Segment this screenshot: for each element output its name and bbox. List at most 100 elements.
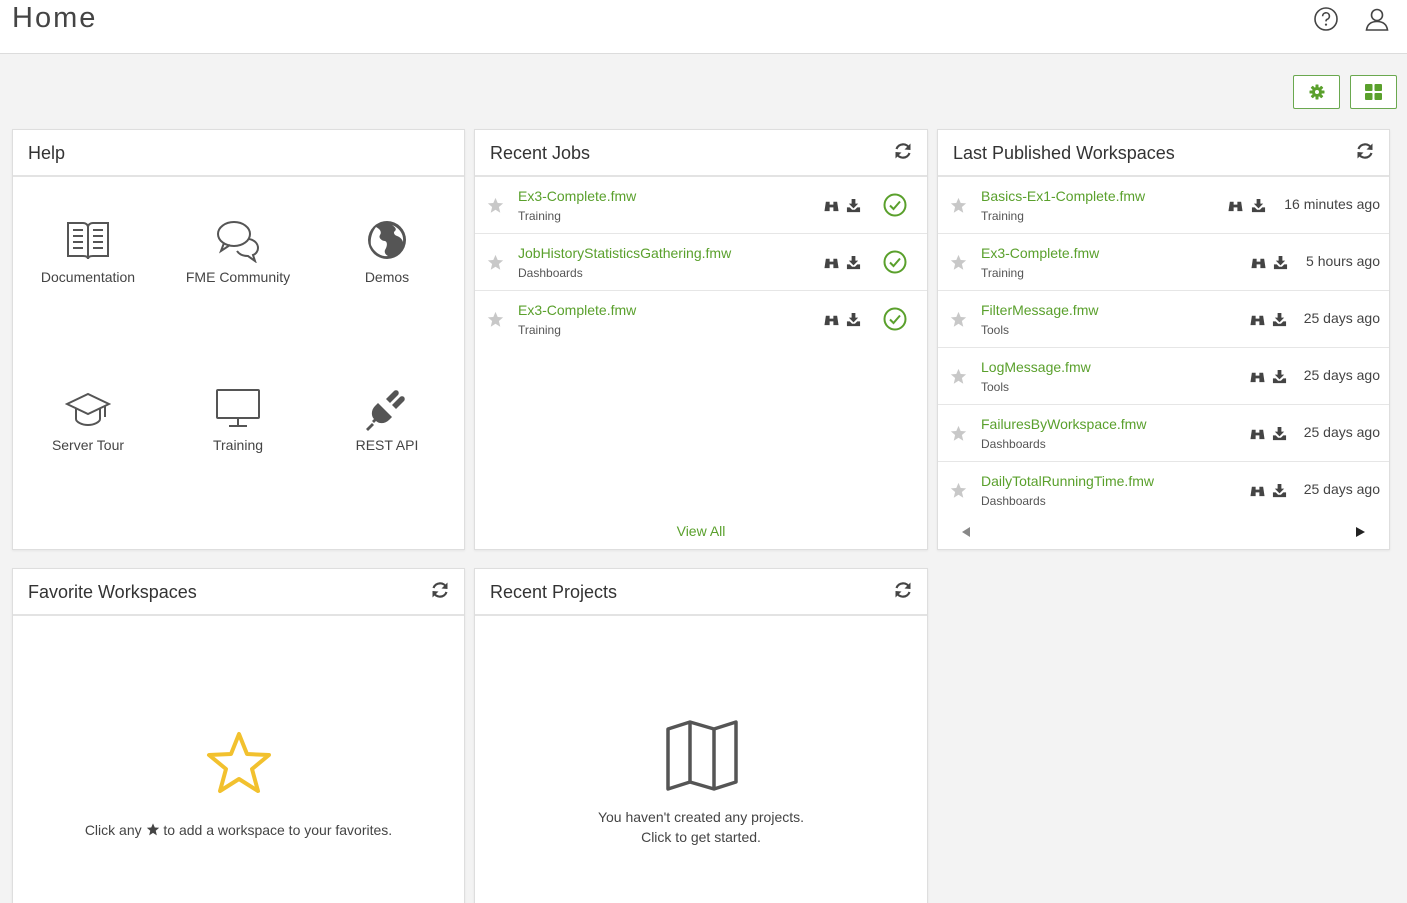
projects-empty-line2: Click to get started. <box>641 829 761 845</box>
star-icon[interactable] <box>950 368 967 385</box>
success-check-icon <box>883 193 907 217</box>
question-circle-icon[interactable] <box>1313 6 1339 32</box>
binoculars-icon[interactable] <box>1228 198 1243 213</box>
refresh-icon[interactable] <box>893 141 913 161</box>
help-item-label: Server Tour <box>51 437 125 453</box>
star-icon[interactable] <box>487 254 504 271</box>
binoculars-icon[interactable] <box>824 198 839 213</box>
workspace-link[interactable]: FailuresByWorkspace.fmw <box>981 416 1146 432</box>
monitor-icon <box>216 389 260 427</box>
published-time: 25 days ago <box>1303 367 1380 383</box>
download-icon[interactable] <box>1251 198 1266 213</box>
user-icon[interactable] <box>1364 6 1390 32</box>
binoculars-icon[interactable] <box>1251 255 1266 270</box>
map-icon <box>666 720 738 791</box>
panel-title: Help <box>28 143 66 163</box>
download-icon[interactable] <box>846 312 861 327</box>
view-all-link[interactable]: View All <box>475 523 927 539</box>
workspace-link[interactable]: FilterMessage.fmw <box>981 302 1098 318</box>
refresh-icon[interactable] <box>893 580 913 600</box>
help-item-rest-api[interactable]: REST API <box>312 385 462 453</box>
favorites-hint-end: to add a workspace to your favorites. <box>163 822 393 838</box>
binoculars-icon[interactable] <box>824 312 839 327</box>
graduation-cap-icon <box>65 392 111 427</box>
download-icon[interactable] <box>1272 483 1287 498</box>
published-row: Basics-Ex1-Complete.fmw Training 16 minu… <box>938 177 1389 234</box>
grid-icon <box>1365 84 1382 100</box>
binoculars-icon[interactable] <box>1250 369 1265 384</box>
star-icon[interactable] <box>487 311 504 328</box>
panel-title: Recent Jobs <box>490 143 591 163</box>
download-icon[interactable] <box>1272 369 1287 384</box>
job-row: Ex3-Complete.fmw Training <box>475 291 927 348</box>
help-item-demos[interactable]: Demos <box>312 217 462 285</box>
help-item-label: Demos <box>364 269 410 285</box>
repository-name: Dashboards <box>981 437 1046 451</box>
download-icon[interactable] <box>1272 312 1287 327</box>
published-time: 25 days ago <box>1303 310 1380 326</box>
star-outline-icon <box>207 732 271 793</box>
last-published-panel: Last Published Workspaces Basics-Ex1-Com… <box>937 129 1390 550</box>
panel-title: Favorite Workspaces <box>28 582 197 602</box>
binoculars-icon[interactable] <box>1250 312 1265 327</box>
workspace-link[interactable]: JobHistoryStatisticsGathering.fmw <box>518 245 731 261</box>
repository-name: Training <box>518 323 561 337</box>
help-item-server-tour[interactable]: Server Tour <box>13 385 163 453</box>
star-icon[interactable] <box>487 197 504 214</box>
globe-icon <box>368 221 406 259</box>
plug-icon <box>366 390 405 431</box>
star-icon[interactable] <box>950 254 967 271</box>
published-row: FilterMessage.fmw Tools 25 days ago <box>938 291 1389 348</box>
star-icon[interactable] <box>950 197 967 214</box>
panel-title: Recent Projects <box>490 582 618 602</box>
workspace-link[interactable]: Ex3-Complete.fmw <box>518 302 636 318</box>
published-time: 5 hours ago <box>1306 253 1380 269</box>
download-icon[interactable] <box>1273 255 1288 270</box>
published-time: 25 days ago <box>1303 424 1380 440</box>
download-icon[interactable] <box>846 255 861 270</box>
success-check-icon <box>883 250 907 274</box>
chat-bubbles-icon <box>217 221 260 263</box>
download-icon[interactable] <box>1272 426 1287 441</box>
star-icon[interactable] <box>950 425 967 442</box>
star-icon <box>146 823 159 836</box>
published-row: LogMessage.fmw Tools 25 days ago <box>938 348 1389 405</box>
last-published-header: Last Published Workspaces <box>938 130 1389 177</box>
published-row: DailyTotalRunningTime.fmw Dashboards 25 … <box>938 462 1389 519</box>
repository-name: Tools <box>981 380 1010 394</box>
help-panel-header: Help <box>13 130 464 177</box>
panel-title: Last Published Workspaces <box>953 143 1175 163</box>
page-title: Home <box>12 2 98 34</box>
layout-button[interactable] <box>1350 75 1397 109</box>
help-item-training[interactable]: Training <box>163 385 313 453</box>
job-row: JobHistoryStatisticsGathering.fmw Dashbo… <box>475 234 927 291</box>
download-icon[interactable] <box>846 198 861 213</box>
favorites-hint: Click any to add a workspace to your fav… <box>13 820 464 840</box>
help-item-documentation[interactable]: Documentation <box>13 217 163 285</box>
scroll-left-arrow-icon[interactable] <box>962 527 971 537</box>
favorites-header: Favorite Workspaces <box>13 569 464 616</box>
help-item-fme-community[interactable]: FME Community <box>163 217 313 285</box>
star-icon[interactable] <box>950 311 967 328</box>
refresh-icon[interactable] <box>430 580 450 600</box>
workspace-link[interactable]: Basics-Ex1-Complete.fmw <box>981 188 1145 204</box>
repository-name: Training <box>981 209 1024 223</box>
binoculars-icon[interactable] <box>824 255 839 270</box>
published-time: 16 minutes ago <box>1284 196 1380 212</box>
scroll-right-arrow-icon[interactable] <box>1356 527 1365 537</box>
recent-projects-panel[interactable]: Recent Projects You haven't created any … <box>474 568 928 903</box>
published-row: Ex3-Complete.fmw Training 5 hours ago <box>938 234 1389 291</box>
binoculars-icon[interactable] <box>1250 426 1265 441</box>
projects-empty-message[interactable]: You haven't created any projects. Click … <box>475 807 927 847</box>
star-icon[interactable] <box>950 482 967 499</box>
gear-icon <box>1309 84 1324 100</box>
repository-name: Dashboards <box>518 266 583 280</box>
workspace-link[interactable]: Ex3-Complete.fmw <box>981 245 1099 261</box>
repository-name: Tools <box>981 323 1010 337</box>
binoculars-icon[interactable] <box>1250 483 1265 498</box>
refresh-icon[interactable] <box>1355 141 1375 161</box>
workspace-link[interactable]: Ex3-Complete.fmw <box>518 188 636 204</box>
workspace-link[interactable]: LogMessage.fmw <box>981 359 1091 375</box>
workspace-link[interactable]: DailyTotalRunningTime.fmw <box>981 473 1154 489</box>
settings-button[interactable] <box>1293 75 1340 109</box>
